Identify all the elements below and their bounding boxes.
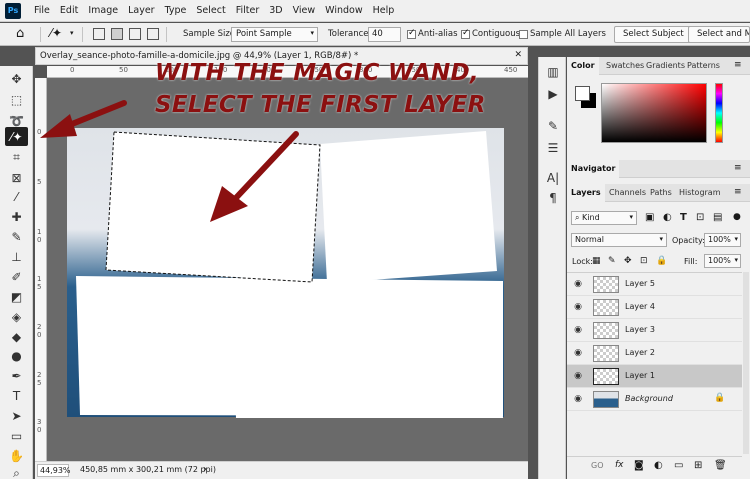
tab-gradients[interactable]: Gradients — [642, 57, 689, 75]
layers-scrollbar[interactable] — [743, 272, 749, 454]
opacity-value: 100% — [708, 235, 731, 244]
layer-row-layer-2[interactable]: ◉ Layer 2 — [567, 342, 742, 365]
foreground-color-swatch[interactable] — [575, 86, 590, 101]
lock-transparent-icon[interactable]: ▦ — [592, 256, 601, 266]
opacity-label: Opacity: — [672, 236, 705, 245]
chevron-down-icon: ▾ — [734, 256, 738, 264]
layer-name: Layer 3 — [625, 325, 655, 334]
filter-type-icon[interactable]: T — [680, 212, 687, 223]
adjustments-icon[interactable]: ☰ — [539, 141, 567, 155]
character-panel-icon[interactable]: A| — [539, 171, 567, 185]
lock-icon: 🔒 — [714, 393, 726, 403]
visibility-eye-icon[interactable]: ◉ — [572, 302, 584, 312]
blend-mode-value: Normal — [575, 235, 604, 244]
layer-name: Layer 1 — [625, 371, 655, 380]
layer-row-layer-3[interactable]: ◉ Layer 3 — [567, 319, 742, 342]
tab-paths[interactable]: Paths — [646, 184, 676, 202]
selection-marquee[interactable] — [105, 131, 321, 283]
annotation-line-1: WITH THE MAGIC WAND, — [155, 60, 479, 86]
panel-menu-icon[interactable]: ≡ — [734, 60, 742, 70]
document-info: 450,85 mm x 300,21 mm (72 ppi) — [80, 465, 216, 474]
chevron-down-icon: ▾ — [734, 235, 738, 243]
layer-thumbnail — [593, 276, 619, 293]
lock-image-icon[interactable]: ✎ — [608, 256, 616, 266]
panel-menu-icon[interactable]: ≡ — [734, 187, 742, 197]
layer-thumbnail — [593, 368, 619, 385]
layers-panel-tabs: Layers Channels Paths Histogram ≡ — [567, 184, 750, 202]
add-mask-icon[interactable]: ◙ — [634, 460, 644, 471]
paragraph-panel-icon[interactable]: ¶ — [539, 191, 567, 205]
filter-smart-object-icon[interactable]: ▤ — [713, 212, 722, 223]
history-icon[interactable]: ▥ — [539, 65, 567, 79]
layer-style-icon[interactable]: fx — [615, 460, 624, 470]
layer-filter-value: Kind — [582, 213, 600, 222]
panel-menu-icon[interactable]: ≡ — [734, 163, 742, 173]
visibility-eye-icon[interactable]: ◉ — [572, 371, 584, 381]
arrow-to-magic-wand — [40, 100, 127, 138]
filter-pixel-icon[interactable]: ▣ — [645, 212, 654, 223]
search-icon: ⌕ — [575, 213, 580, 222]
layer-name: Background — [625, 394, 673, 403]
lock-artboard-icon[interactable]: ⊡ — [640, 256, 648, 266]
visibility-eye-icon[interactable]: ◉ — [572, 279, 584, 289]
status-menu-arrow[interactable]: › — [203, 464, 207, 475]
zoom-field[interactable]: 44,93% — [37, 464, 71, 477]
panel-dock-strip: ▥ ▶ ✎ ☰ A| ¶ — [538, 57, 566, 479]
layer-row-layer-5[interactable]: ◉ Layer 5 — [567, 273, 742, 296]
play-action-icon[interactable]: ▶ — [539, 87, 567, 101]
visibility-eye-icon[interactable]: ◉ — [572, 394, 584, 404]
layer-name: Layer 5 — [625, 279, 655, 288]
filter-adjustment-icon[interactable]: ◐ — [663, 212, 672, 223]
layers-footer: GO fx ◙ ◐ ▭ ⊞ 🗑 — [567, 456, 742, 476]
layer-row-layer-1[interactable]: ◉ Layer 1 — [567, 365, 742, 388]
layer-row-background[interactable]: ◉ Background 🔒 — [567, 388, 742, 411]
layer-thumbnail — [593, 322, 619, 339]
chevron-down-icon: ▾ — [659, 235, 663, 243]
layer-filter-select[interactable]: ⌕ Kind ▾ — [571, 211, 637, 225]
layer-name: Layer 4 — [625, 302, 655, 311]
adjustment-layer-icon[interactable]: ◐ — [654, 460, 663, 471]
layer-thumbnail — [593, 299, 619, 316]
layer-thumbnail — [593, 345, 619, 362]
filter-toggle-icon[interactable]: ● — [733, 212, 741, 222]
new-layer-icon[interactable]: ⊞ — [694, 460, 702, 471]
layer-row-layer-4[interactable]: ◉ Layer 4 — [567, 296, 742, 319]
tab-histogram[interactable]: Histogram — [675, 184, 725, 202]
new-group-icon[interactable]: ▭ — [674, 460, 683, 471]
blend-mode-select[interactable]: Normal ▾ — [571, 233, 667, 247]
annotation-line-2: SELECT THE FIRST LAYER — [155, 92, 486, 118]
tab-navigator[interactable]: Navigator — [567, 160, 620, 178]
visibility-eye-icon[interactable]: ◉ — [572, 348, 584, 358]
tab-color[interactable]: Color — [567, 57, 599, 75]
layer-2-frame[interactable] — [320, 131, 497, 283]
fill-value: 100% — [708, 256, 731, 265]
chevron-down-icon: ▾ — [629, 213, 633, 221]
lock-label: Lock: — [572, 257, 593, 266]
right-panels: Color Swatches Gradients Patterns ≡ Navi… — [567, 57, 750, 479]
delete-layer-icon[interactable]: 🗑 — [714, 460, 727, 471]
opacity-input[interactable]: 100% ▾ — [704, 233, 741, 247]
navigator-panel-tabs: Navigator ≡ — [567, 160, 750, 178]
fill-input[interactable]: 100% ▾ — [704, 254, 741, 268]
tab-patterns[interactable]: Patterns — [683, 57, 724, 75]
tab-layers[interactable]: Layers — [567, 184, 605, 202]
brush-settings-icon[interactable]: ✎ — [539, 119, 567, 133]
filter-shape-icon[interactable]: ⊡ — [696, 212, 704, 223]
tab-channels[interactable]: Channels — [605, 184, 650, 202]
layer-4-frame[interactable] — [231, 292, 503, 418]
status-bar: 44,93% 450,85 mm x 300,21 mm (72 ppi) › — [35, 461, 528, 479]
visibility-eye-icon[interactable]: ◉ — [572, 325, 584, 335]
layer-thumbnail — [593, 391, 619, 408]
lock-all-icon[interactable]: 🔒 — [656, 256, 667, 266]
lock-position-icon[interactable]: ✥ — [624, 256, 632, 266]
link-layers-icon[interactable]: GO — [591, 461, 604, 470]
color-picker-field[interactable] — [601, 83, 707, 143]
hue-slider[interactable] — [715, 83, 723, 143]
fill-label: Fill: — [684, 257, 698, 266]
layers-list: ◉ Layer 5 ◉ Layer 4 ◉ Layer 3 ◉ Layer 2 … — [567, 272, 742, 454]
color-panel-tabs: Color Swatches Gradients Patterns ≡ — [567, 57, 750, 75]
layer-name: Layer 2 — [625, 348, 655, 357]
